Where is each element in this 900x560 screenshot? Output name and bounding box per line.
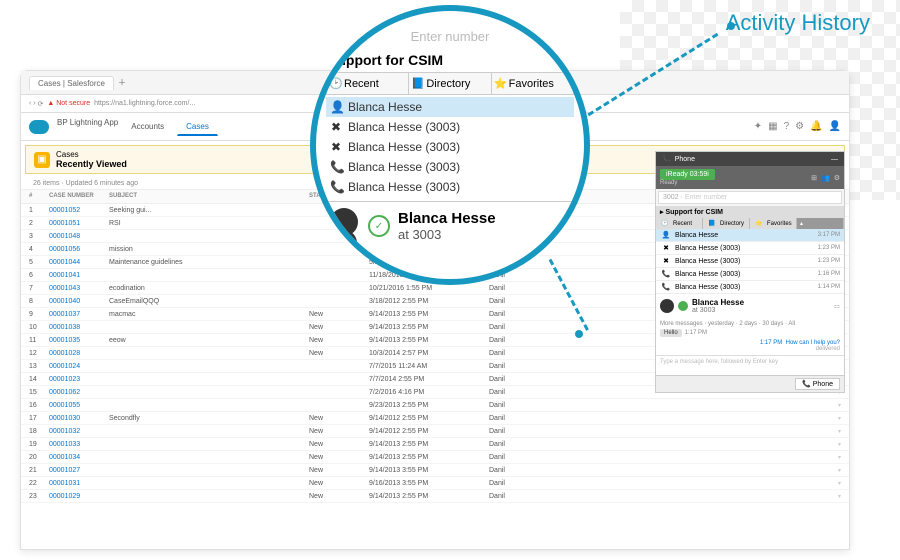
msg-reply-line: 1:17 PM How can I help you? delivered [660,340,840,352]
table-row[interactable]: 1900001033New9/14/2013 2:55 PMDanil▾ [21,438,849,451]
mag-activity-row[interactable]: 👤Blanca Hesse [326,97,574,117]
message-filter[interactable]: More messages · yesterday · 2 days · 30 … [660,321,840,327]
phone-footer-button[interactable]: 📞Phone [795,378,840,390]
mag-avatar-icon [330,208,358,236]
callout-dot-label [727,22,735,30]
phone-handset-icon: 📞 [662,155,671,163]
contact-card: Blanca Hesse at 3003 ⚏ [656,294,844,318]
table-row[interactable]: 2000001034New9/14/2013 2:55 PMDanil▾ [21,451,849,464]
star-icon: ⭐ [494,77,506,90]
th-num[interactable]: # [29,193,49,200]
browser-tab[interactable]: Cases | Salesforce [29,76,114,90]
salesforce-logo-icon[interactable] [29,120,49,134]
mag-contact-card: ✓ Blanca Hesse at 3003 [326,201,574,250]
not-secure-label: ▲ Not secure [47,100,90,107]
mag-tabs: 🕑Recent 📘Directory ⭐Favorites [326,72,574,95]
mag-activity-row[interactable]: ✖Blanca Hesse (3003) [326,137,574,157]
mag-tab-directory[interactable]: 📘Directory [409,73,491,94]
book-icon: 📘 [411,77,423,90]
app-nav: BP Lightning App Accounts Cases [57,118,218,136]
presence-icon [678,301,688,311]
phone-panel: 📞 Phone — iReady 03:59i Ready ⊞ 👥 ⚙ 3002… [655,151,845,393]
msg-hello-time: 1:17 PM [685,330,707,336]
nav-cases[interactable]: Cases [177,118,218,136]
settings-icon[interactable]: ⚙ [834,174,840,182]
mag-activity-list: 👤Blanca Hesse✖Blanca Hesse (3003)✖Blanca… [326,97,574,197]
table-row[interactable]: 2300001029New9/14/2013 2:55 PMDanil▾ [21,490,849,503]
forward-icon[interactable]: › [33,100,35,107]
magnifier-lens: Enter number Support for CSIM 🕑Recent 📘D… [310,5,590,285]
phone-footer: 📞Phone [656,375,844,392]
avatar-icon[interactable]: 👤 [829,121,841,132]
nav-accounts[interactable]: Accounts [122,118,173,136]
ready-sublabel: Ready [660,180,715,186]
star-icon[interactable]: ✦ [754,121,762,132]
grid-icon[interactable]: ▦ [768,121,777,132]
th-case[interactable]: CASE NUMBER [49,193,109,200]
dial-input[interactable]: 3002 · Enter number [658,191,842,204]
support-header: ▸ Support for CSIM [656,206,844,218]
th-subject[interactable]: SUBJECT [109,193,309,200]
callout-dot-target [575,330,583,338]
table-row[interactable]: 2100001027New9/14/2013 3:55 PMDanil▾ [21,464,849,477]
phone-handset-icon: 📞 [802,380,811,388]
mag-support-header: Support for CSIM [326,48,574,72]
activity-tabs: 🕑Recent 📘Directory ⭐Favorites ▴ [656,218,844,229]
msg-hello: Hello [660,329,682,337]
gear-icon[interactable]: ⚙ [795,121,804,132]
mag-contact-name: Blanca Hesse [398,210,496,227]
tab-recent[interactable]: 🕑Recent [656,218,703,229]
mag-activity-row[interactable]: 📞Blanca Hesse (3003) [326,177,574,197]
star-icon: ⭐ [753,220,765,227]
mag-dial-placeholder[interactable]: Enter number [326,29,574,44]
reload-icon[interactable]: ⟳ [38,100,44,108]
agent-state-bar: iReady 03:59i Ready ⊞ 👥 ⚙ [656,166,844,189]
contacts-icon[interactable]: 👥 [821,174,830,182]
bell-icon[interactable]: 🔔 [810,121,822,132]
dialpad-icon[interactable]: ⊞ [811,174,817,182]
activity-row[interactable]: 📞Blanca Hesse (3003)1:16 PM [656,268,844,281]
list-view-name[interactable]: Recently Viewed [56,159,127,169]
table-row[interactable]: 16000010559/23/2013 2:55 PMDanil▾ [21,399,849,412]
activity-list: 👤Blanca Hesse3:17 PM✖Blanca Hesse (3003)… [656,229,844,294]
activity-row[interactable]: ✖Blanca Hesse (3003)1:23 PM [656,255,844,268]
mag-tab-recent[interactable]: 🕑Recent [327,73,409,94]
message-area: More messages · yesterday · 2 days · 30 … [656,318,844,355]
tab-favorites[interactable]: ⭐Favorites [750,218,797,229]
help-icon[interactable]: ? [784,121,790,132]
cases-icon: ▣ [34,152,50,168]
table-row[interactable]: 1700001030SecondflyNew9/14/2012 2:55 PMD… [21,412,849,425]
table-row[interactable]: 2200001031New9/16/2013 3:55 PMDanil▾ [21,477,849,490]
tab-directory[interactable]: 📘Directory [703,218,750,229]
url-text: https://na1.lightning.force.com/... [94,100,195,107]
cases-object-label: Cases [56,150,127,159]
new-tab-icon[interactable]: ＋ [118,77,126,88]
phone-panel-header: 📞 Phone — [656,152,844,166]
book-icon: 📘 [706,220,718,227]
activity-row[interactable]: 📞Blanca Hesse (3003)1:14 PM [656,281,844,294]
back-icon[interactable]: ‹ [29,100,31,107]
tab-collapse[interactable]: ▴ [797,218,844,229]
clock-icon: 🕑 [329,77,341,90]
app-name: BP Lightning App [57,118,118,136]
table-row[interactable]: 1800001032New9/14/2012 2:55 PMDanil▾ [21,425,849,438]
minimize-icon[interactable]: — [831,156,838,163]
avatar-icon [660,299,674,313]
activity-row[interactable]: ✖Blanca Hesse (3003)1:23 PM [656,242,844,255]
phone-header-label: Phone [675,156,695,163]
contact-ext: at 3003 [692,307,744,314]
mag-activity-row[interactable]: 📞Blanca Hesse (3003) [326,157,574,177]
ready-badge[interactable]: iReady 03:59i [660,169,715,180]
contact-menu-icon[interactable]: ⚏ [834,302,840,310]
mag-tab-favorites[interactable]: ⭐Favorites [492,73,573,94]
contact-name: Blanca Hesse [692,298,744,307]
callout-label: Activity History [726,10,870,36]
clock-icon: 🕑 [659,220,671,227]
mag-presence-icon: ✓ [368,215,390,237]
mag-contact-ext: at 3003 [398,227,496,242]
message-input[interactable]: Type a message here, followed by Enter k… [656,355,844,375]
header-actions: ✦ ▦ ? ⚙ 🔔 👤 [754,121,841,132]
activity-row[interactable]: 👤Blanca Hesse3:17 PM [656,229,844,242]
mag-activity-row[interactable]: ✖Blanca Hesse (3003) [326,117,574,137]
